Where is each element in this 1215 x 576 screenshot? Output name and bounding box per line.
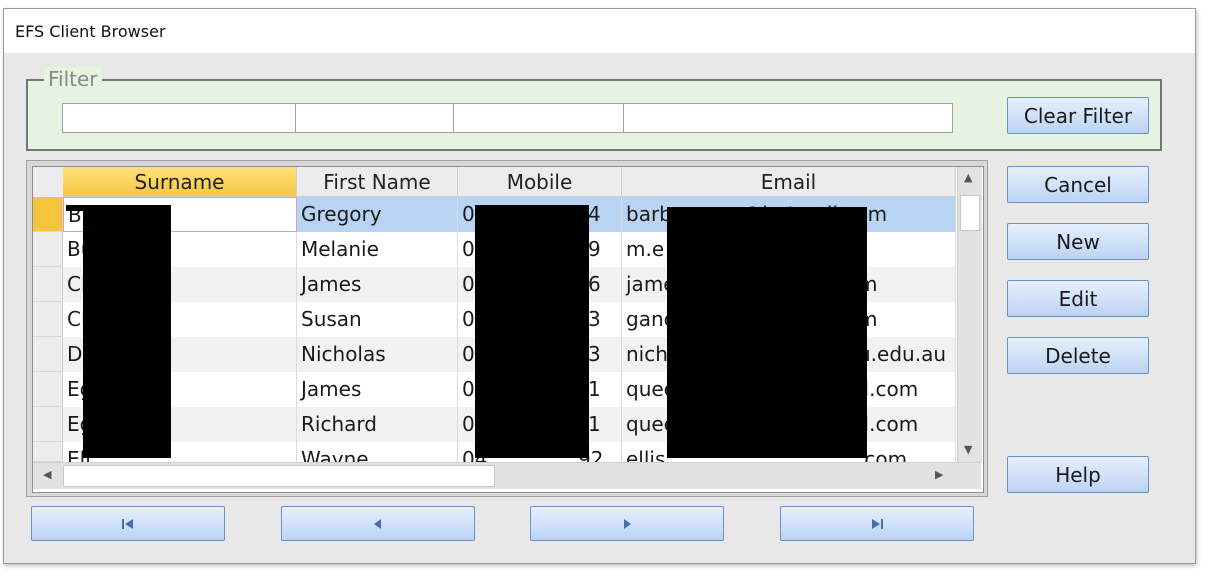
cell-email-suffix: il.com — [858, 412, 919, 436]
column-header-surname[interactable]: Surname — [63, 167, 297, 197]
cell-first-name[interactable]: Wayne — [297, 442, 458, 462]
row-header[interactable] — [33, 267, 63, 302]
row-header[interactable] — [33, 302, 63, 337]
scroll-down-icon[interactable]: ▼ — [964, 443, 972, 456]
last-record-button[interactable] — [780, 506, 974, 541]
next-record-button[interactable] — [530, 506, 724, 541]
grid-corner — [33, 167, 64, 198]
cell-email-suffix: il.com — [858, 377, 919, 401]
cell-email-suffix: u.edu.au — [858, 342, 946, 366]
filter-legend: Filter — [44, 67, 102, 91]
cell-first-name[interactable]: Melanie — [297, 232, 458, 267]
cell-mobile-suffix: 3 — [588, 342, 601, 366]
previous-record-icon — [374, 518, 381, 529]
client-grid: Surname First Name Mobile Email Ba Grego… — [32, 166, 984, 493]
row-header[interactable] — [33, 442, 63, 462]
scroll-right-icon[interactable]: ▶ — [935, 468, 943, 481]
redaction-block — [83, 205, 171, 458]
edit-button[interactable]: Edit — [1007, 280, 1149, 317]
cell-email-prefix: m.e — [626, 237, 665, 261]
delete-button[interactable]: Delete — [1007, 337, 1149, 374]
redaction-block — [667, 207, 867, 458]
cell-mobile-suffix: 9 — [588, 237, 601, 261]
cell-first-name[interactable]: Nicholas — [297, 337, 458, 372]
row-header[interactable] — [33, 407, 63, 442]
cell-mobile-suffix: 1 — [588, 377, 601, 401]
horizontal-scrollbar[interactable]: ◀ ▶ — [33, 462, 981, 489]
column-header-mobile[interactable]: Mobile — [458, 167, 622, 197]
help-button[interactable]: Help — [1007, 456, 1149, 493]
first-record-button[interactable] — [31, 506, 225, 541]
cell-first-name[interactable]: James — [297, 267, 458, 302]
row-header-current[interactable] — [33, 197, 63, 232]
cell-mobile-suffix: 4 — [588, 202, 601, 226]
filter-surname-input[interactable] — [62, 103, 296, 133]
cell-email-prefix: nich — [626, 342, 668, 366]
cell-email-prefix: ellis — [626, 447, 666, 462]
horizontal-scroll-thumb[interactable] — [63, 465, 495, 487]
previous-record-button[interactable] — [281, 506, 475, 541]
vertical-scroll-thumb[interactable] — [960, 195, 980, 231]
scroll-left-icon[interactable]: ◀ — [43, 468, 51, 481]
cell-mobile-suffix: 1 — [588, 412, 601, 436]
title-bar: EFS Client Browser — [4, 9, 1195, 53]
scroll-up-icon[interactable]: ▲ — [964, 171, 972, 184]
next-record-icon — [624, 518, 631, 529]
clear-filter-button[interactable]: Clear Filter — [1007, 97, 1149, 134]
row-header[interactable] — [33, 372, 63, 407]
row-header[interactable] — [33, 232, 63, 267]
cell-mobile-suffix: 3 — [588, 307, 601, 331]
client-grid-frame: Surname First Name Mobile Email Ba Grego… — [26, 160, 988, 497]
window-title: EFS Client Browser — [15, 22, 166, 41]
client-browser-window: EFS Client Browser Filter Clear Filter S… — [3, 8, 1196, 564]
filter-email-input[interactable] — [623, 103, 953, 133]
first-record-icon — [122, 518, 133, 529]
vertical-scrollbar[interactable]: ▲ ▼ — [957, 167, 982, 462]
new-button[interactable]: New — [1007, 223, 1149, 260]
cell-first-name[interactable]: Richard — [297, 407, 458, 442]
filter-first-name-input[interactable] — [295, 103, 454, 133]
cell-first-name[interactable]: Gregory — [297, 197, 458, 232]
last-record-icon — [872, 518, 883, 529]
cell-mobile-suffix: 6 — [588, 272, 601, 296]
row-header[interactable] — [33, 337, 63, 372]
column-header-email[interactable]: Email — [622, 167, 956, 197]
redaction-block — [475, 205, 589, 458]
filter-group: Filter — [26, 67, 1162, 151]
filter-mobile-input[interactable] — [453, 103, 624, 133]
cancel-button[interactable]: Cancel — [1007, 166, 1149, 203]
cell-first-name[interactable]: James — [297, 372, 458, 407]
column-header-first-name[interactable]: First Name — [297, 167, 458, 197]
cell-first-name[interactable]: Susan — [297, 302, 458, 337]
